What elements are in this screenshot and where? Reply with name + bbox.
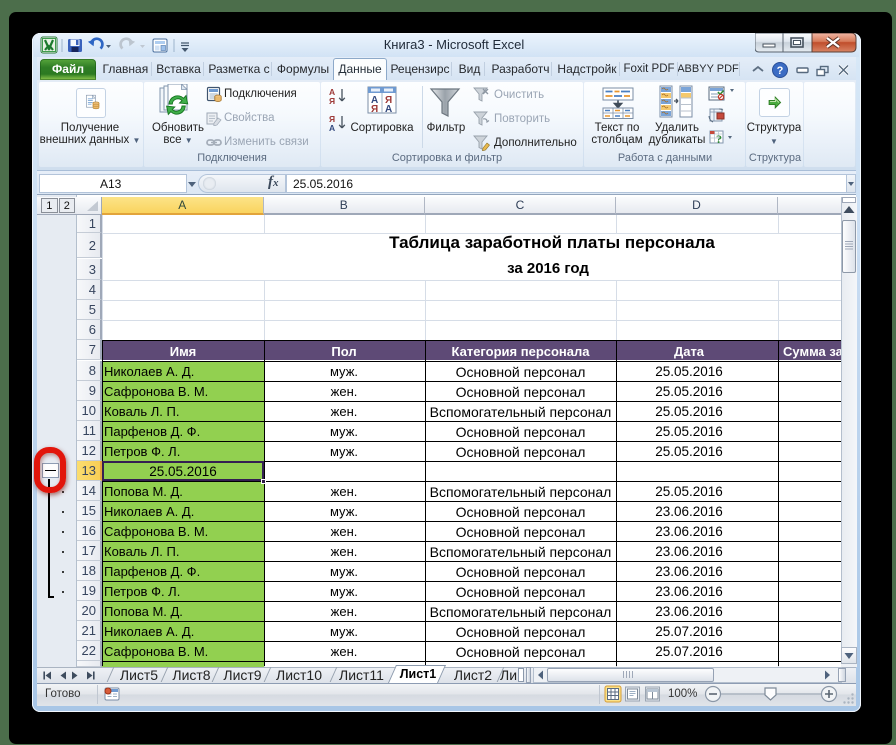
svg-text:?: ? bbox=[716, 132, 722, 146]
svg-text:А: А bbox=[329, 123, 335, 133]
svg-text:А: А bbox=[385, 104, 392, 115]
svg-text:?: ? bbox=[777, 65, 784, 77]
svg-text:Я: Я bbox=[329, 96, 335, 106]
svg-text:Я: Я bbox=[371, 104, 378, 115]
